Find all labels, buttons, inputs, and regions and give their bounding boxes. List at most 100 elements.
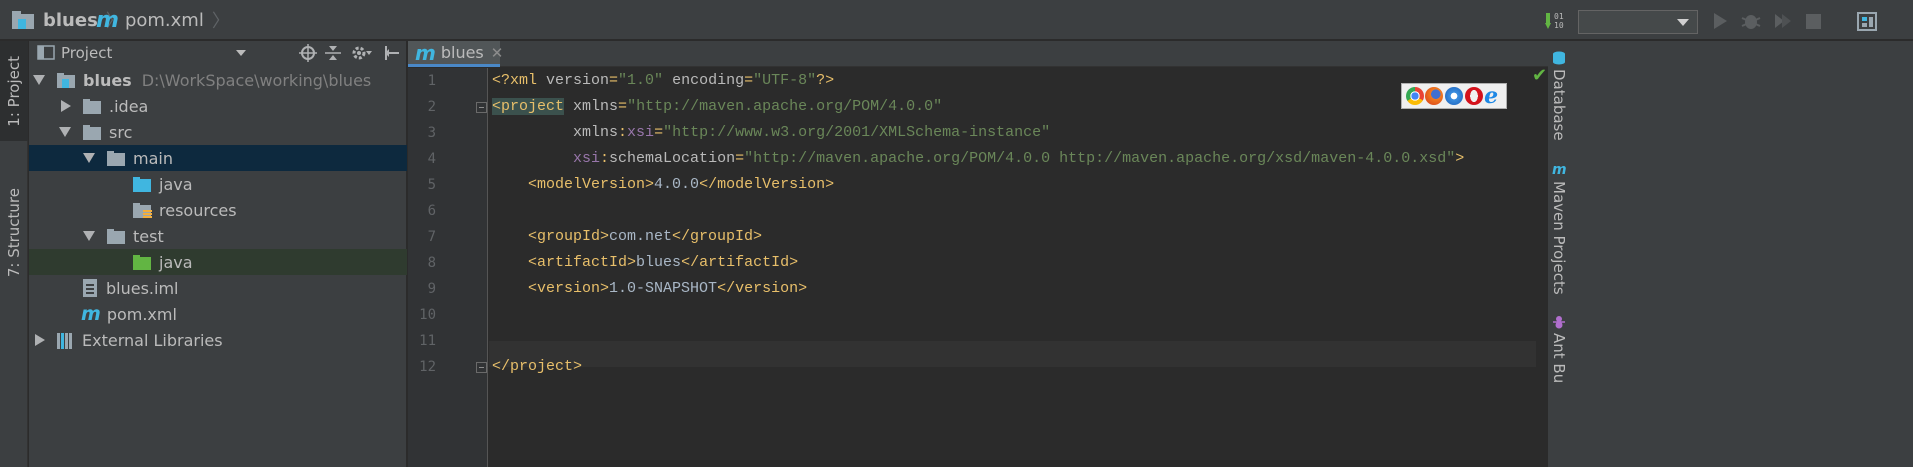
gear-icon[interactable] (351, 44, 373, 62)
code-line[interactable]: xsi:schemaLocation="http://maven.apache.… (492, 146, 1464, 172)
tree-item-src[interactable]: src (29, 119, 407, 145)
chrome-icon[interactable] (1405, 87, 1424, 105)
maven-icon: m (1552, 162, 1567, 178)
tree-item-test[interactable]: test (29, 223, 407, 249)
code-token: : (618, 124, 628, 141)
tree-item-label: External Libraries (82, 330, 223, 350)
internet-explorer-icon[interactable]: e (1484, 85, 1502, 107)
stop-icon[interactable] (1804, 10, 1824, 32)
safari-icon[interactable] (1444, 87, 1463, 105)
fold-marker-icon[interactable] (476, 362, 487, 373)
collapse-arrow-icon[interactable] (61, 100, 71, 112)
code-line[interactable]: <artifactId>blues</artifactId> (492, 250, 798, 276)
vertical-scrollbar[interactable] (1536, 91, 1548, 467)
line-number: 3 (427, 125, 436, 141)
tool-tab-structure[interactable]: 7: Structure (0, 163, 28, 303)
expand-arrow-icon[interactable] (33, 75, 45, 85)
code-token: <version> (528, 280, 610, 297)
editor-gutter: 1 2 3 4 5 6 7 8 9 10 11 12 (408, 68, 488, 467)
svg-text:10: 10 (1554, 21, 1564, 30)
code-token: <?xml (492, 72, 547, 89)
expand-arrow-icon[interactable] (83, 231, 95, 241)
code-token: = (618, 98, 628, 115)
code-token: xmlns (573, 98, 619, 115)
run-icon[interactable] (1712, 10, 1728, 32)
make-project-icon[interactable]: 01 10 (1545, 10, 1571, 32)
tool-tab-ant-build[interactable]: Ant Bu (1548, 315, 1570, 383)
tree-item-pom[interactable]: m pom.xml (29, 301, 407, 327)
tree-item-iml[interactable]: blues.iml (29, 275, 407, 301)
project-structure-icon[interactable] (1856, 10, 1880, 32)
hide-panel-icon[interactable] (383, 44, 401, 62)
code-line[interactable]: <project xmlns="http://maven.apache.org/… (492, 94, 942, 120)
fold-marker-icon[interactable] (476, 102, 487, 113)
code-area[interactable]: <?xml version="1.0" encoding="UTF-8"?> <p… (489, 68, 1548, 467)
tree-item-label: java (159, 252, 193, 272)
code-token: 1.0-SNAPSHOT (609, 280, 718, 297)
tree-item-test-java[interactable]: java (29, 249, 407, 275)
tree-item-path: D:\WorkSpace\working\blues (141, 70, 372, 90)
firefox-icon[interactable] (1425, 87, 1444, 105)
tree-item-project-root[interactable]: blues D:\WorkSpace\working\blues (29, 67, 407, 93)
code-line[interactable]: <groupId>com.net</groupId> (492, 224, 762, 250)
code-token: </artifactId> (681, 254, 799, 271)
expand-arrow-icon[interactable] (59, 127, 71, 137)
code-token: "http://maven.apache.org/POM/4.0.0 http:… (744, 150, 1456, 167)
tool-tab-database[interactable]: Database (1548, 51, 1570, 141)
tree-item-label: test (133, 226, 164, 246)
source-folder-icon (133, 176, 151, 192)
chevron-down-icon[interactable] (236, 50, 246, 56)
line-number: 6 (427, 203, 436, 219)
project-tool-window: Project blues D:\WorkSpace\working\blues… (29, 41, 407, 467)
opera-icon[interactable] (1464, 87, 1483, 105)
coverage-icon[interactable] (1772, 10, 1794, 32)
folder-icon (107, 150, 125, 166)
editor-area: m blues ✕ 1 2 3 4 5 6 7 8 9 10 11 12 <?xml version=… (408, 41, 1548, 467)
tree-item-label: src (109, 122, 133, 142)
editor-tab-pom[interactable]: m blues ✕ (408, 41, 503, 67)
expand-arrow-icon[interactable] (83, 153, 95, 163)
code-line[interactable]: xmlns:xsi="http://www.w3.org/2001/XMLSch… (492, 120, 1050, 146)
locate-file-icon[interactable] (299, 44, 317, 62)
iml-file-icon (83, 279, 97, 297)
code-token: encoding (672, 72, 745, 89)
code-line[interactable]: <?xml version="1.0" encoding="UTF-8"?> (492, 68, 834, 94)
tool-tab-maven[interactable]: m Maven Projects (1548, 163, 1570, 295)
project-panel-title[interactable]: Project (61, 44, 112, 62)
code-token: = (654, 124, 664, 141)
code-line[interactable]: </project> (492, 354, 582, 380)
close-icon[interactable]: ✕ (491, 44, 504, 62)
tree-item-resources[interactable]: resources (29, 197, 407, 223)
code-token: </version> (717, 280, 808, 297)
code-line[interactable]: <version>1.0-SNAPSHOT</version> (492, 276, 807, 302)
editor-tab-bar: m blues ✕ (408, 41, 1548, 67)
tree-item-label: .idea (109, 96, 149, 116)
collapse-all-icon[interactable] (324, 44, 342, 62)
code-token: ?> (816, 72, 835, 89)
tree-item-idea[interactable]: .idea (29, 93, 407, 119)
breadcrumb-file[interactable]: m pom.xml 〉 (96, 8, 230, 33)
tree-item-label: pom.xml (106, 304, 177, 324)
code-line[interactable]: <modelVersion>4.0.0</modelVersion> (492, 172, 834, 198)
tree-item-label: main (133, 148, 173, 168)
right-tool-window-strip: Database m Maven Projects Ant Bu (1548, 41, 1913, 467)
run-configuration-select[interactable] (1578, 10, 1698, 34)
tree-item-main[interactable]: main (29, 145, 407, 171)
module-folder-icon (57, 72, 75, 88)
code-token: "http://www.w3.org/2001/XMLSchema-instan… (663, 124, 1051, 141)
database-icon (1553, 51, 1565, 65)
tree-item-main-java[interactable]: java (29, 171, 407, 197)
tree-item-external-libraries[interactable]: External Libraries (29, 327, 407, 353)
collapse-arrow-icon[interactable] (35, 334, 45, 346)
debug-icon[interactable] (1740, 10, 1762, 32)
line-number: 12 (419, 359, 436, 375)
line-number: 10 (419, 307, 436, 323)
code-token: = (735, 150, 745, 167)
tool-tab-project[interactable]: 1: Project (0, 41, 28, 141)
code-token: "1.0" (618, 72, 664, 89)
inspection-ok-icon: ✔ (1532, 65, 1548, 86)
